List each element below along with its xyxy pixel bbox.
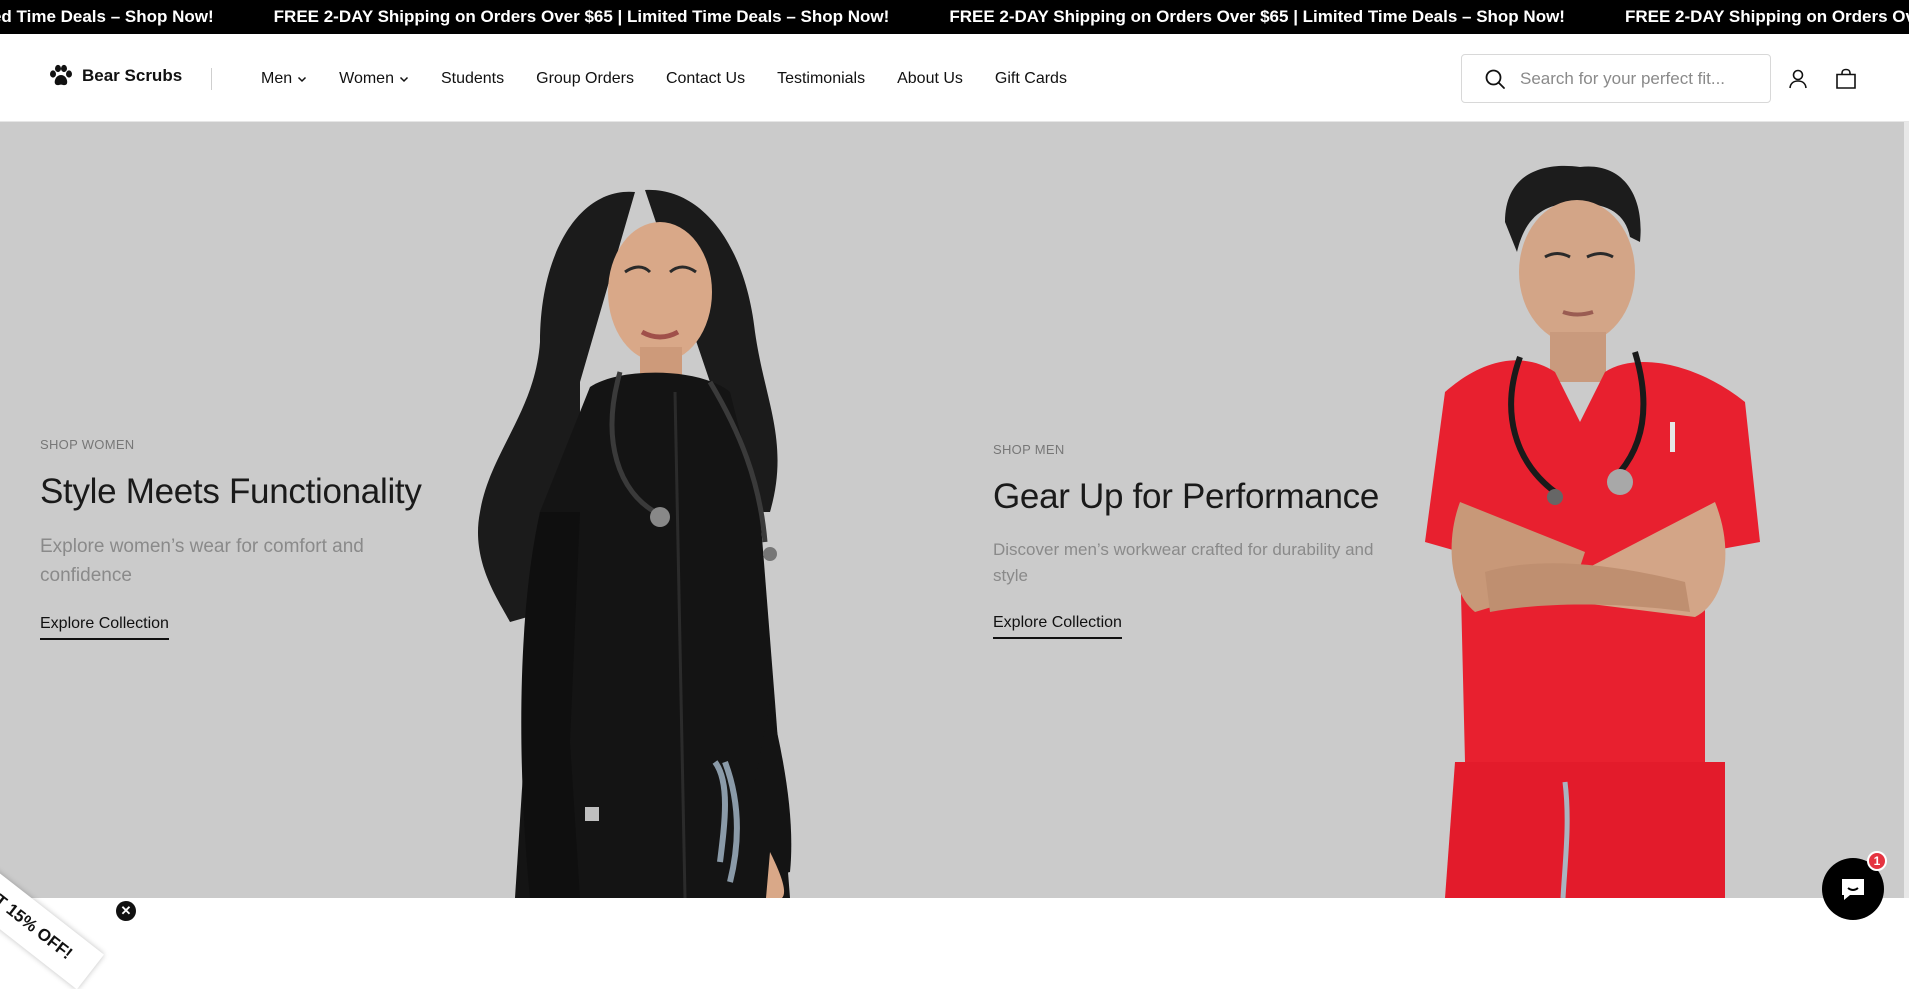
nav-item-gift-cards[interactable]: Gift Cards xyxy=(995,70,1067,88)
page-scrollbar[interactable] xyxy=(1904,122,1909,898)
header-divider xyxy=(211,68,212,90)
nav-item-group-orders[interactable]: Group Orders xyxy=(536,70,634,88)
nav-item-label: About Us xyxy=(897,70,963,87)
men-model-image[interactable] xyxy=(1405,162,1775,898)
chevron-down-icon xyxy=(399,76,408,83)
men-subtext: Discover men’s workwear crafted for dura… xyxy=(993,540,1374,586)
announcement-message[interactable]: FREE 2-DAY Shipping on Orders Over $65 |… xyxy=(274,7,950,27)
search-box[interactable] xyxy=(1461,54,1771,103)
brand-logo[interactable]: Bear Scrubs xyxy=(48,64,182,88)
men-eyebrow: SHOP MEN xyxy=(993,442,1065,457)
announcement-bar[interactable]: FREE 2-DAY Shipping on Orders Over $65 |… xyxy=(0,0,1909,34)
nav-item-label: Students xyxy=(440,70,505,87)
nav-item-label: Gift Cards xyxy=(994,70,1067,87)
main-nav: Men Women Students Group Orders Contact … xyxy=(261,68,1099,90)
chevron-down-icon xyxy=(298,76,307,83)
nav-item-label: Men xyxy=(261,70,293,87)
hero-banner: SHOP WOMEN Style Meets Functionality Exp… xyxy=(0,122,1909,898)
men-hero-copy: SHOP MEN Gear Up for Performance Discove… xyxy=(993,442,1413,639)
men-explore-collection-link[interactable]: Explore Collection xyxy=(993,614,1122,639)
announcement-message[interactable]: FREE 2-DAY Shipping on Orders Over $65 |… xyxy=(1625,7,1909,27)
brand-name: Bear Scrubs xyxy=(82,66,183,85)
women-model-image[interactable] xyxy=(470,182,830,898)
search-icon xyxy=(1485,69,1505,89)
below-hero-area xyxy=(0,898,1909,938)
account-icon[interactable] xyxy=(1786,67,1810,91)
chat-notification-badge: 1 xyxy=(1867,851,1887,871)
announcement-message[interactable]: FREE 2-DAY Shipping on Orders Over $65 |… xyxy=(949,7,1625,27)
men-headline: Gear Up for Performance xyxy=(993,477,1380,516)
nav-item-women[interactable]: Women xyxy=(339,70,409,88)
site-header: Bear Scrubs Men Women Students Group Ord… xyxy=(0,34,1909,122)
nav-item-men[interactable]: Men xyxy=(261,70,307,88)
women-hero-copy: SHOP WOMEN Style Meets Functionality Exp… xyxy=(40,437,440,640)
announcement-track: FREE 2-DAY Shipping on Orders Over $65 |… xyxy=(0,0,1909,34)
nav-item-students[interactable]: Students xyxy=(441,70,504,88)
chat-bubble-icon xyxy=(1842,879,1864,900)
women-headline: Style Meets Functionality xyxy=(40,472,422,511)
nav-item-label: Women xyxy=(339,70,394,87)
women-eyebrow: SHOP WOMEN xyxy=(40,437,135,452)
nav-item-label: Group Orders xyxy=(536,70,634,87)
nav-item-label: Testimonials xyxy=(777,70,866,87)
nav-item-contact-us[interactable]: Contact Us xyxy=(666,70,745,88)
nav-item-testimonials[interactable]: Testimonials xyxy=(777,70,865,88)
search-input[interactable] xyxy=(1520,68,1750,89)
announcement-message[interactable]: FREE 2-DAY Shipping on Orders Over $65 |… xyxy=(0,7,274,27)
close-icon[interactable]: ✕ xyxy=(116,901,136,921)
women-subtext: Explore women’s wear for comfort and con… xyxy=(40,536,364,587)
nav-item-label: Contact Us xyxy=(665,70,746,87)
women-explore-collection-link[interactable]: Explore Collection xyxy=(40,615,169,640)
paw-icon xyxy=(50,64,72,86)
cart-icon[interactable] xyxy=(1834,67,1858,91)
nav-item-about-us[interactable]: About Us xyxy=(897,70,963,88)
